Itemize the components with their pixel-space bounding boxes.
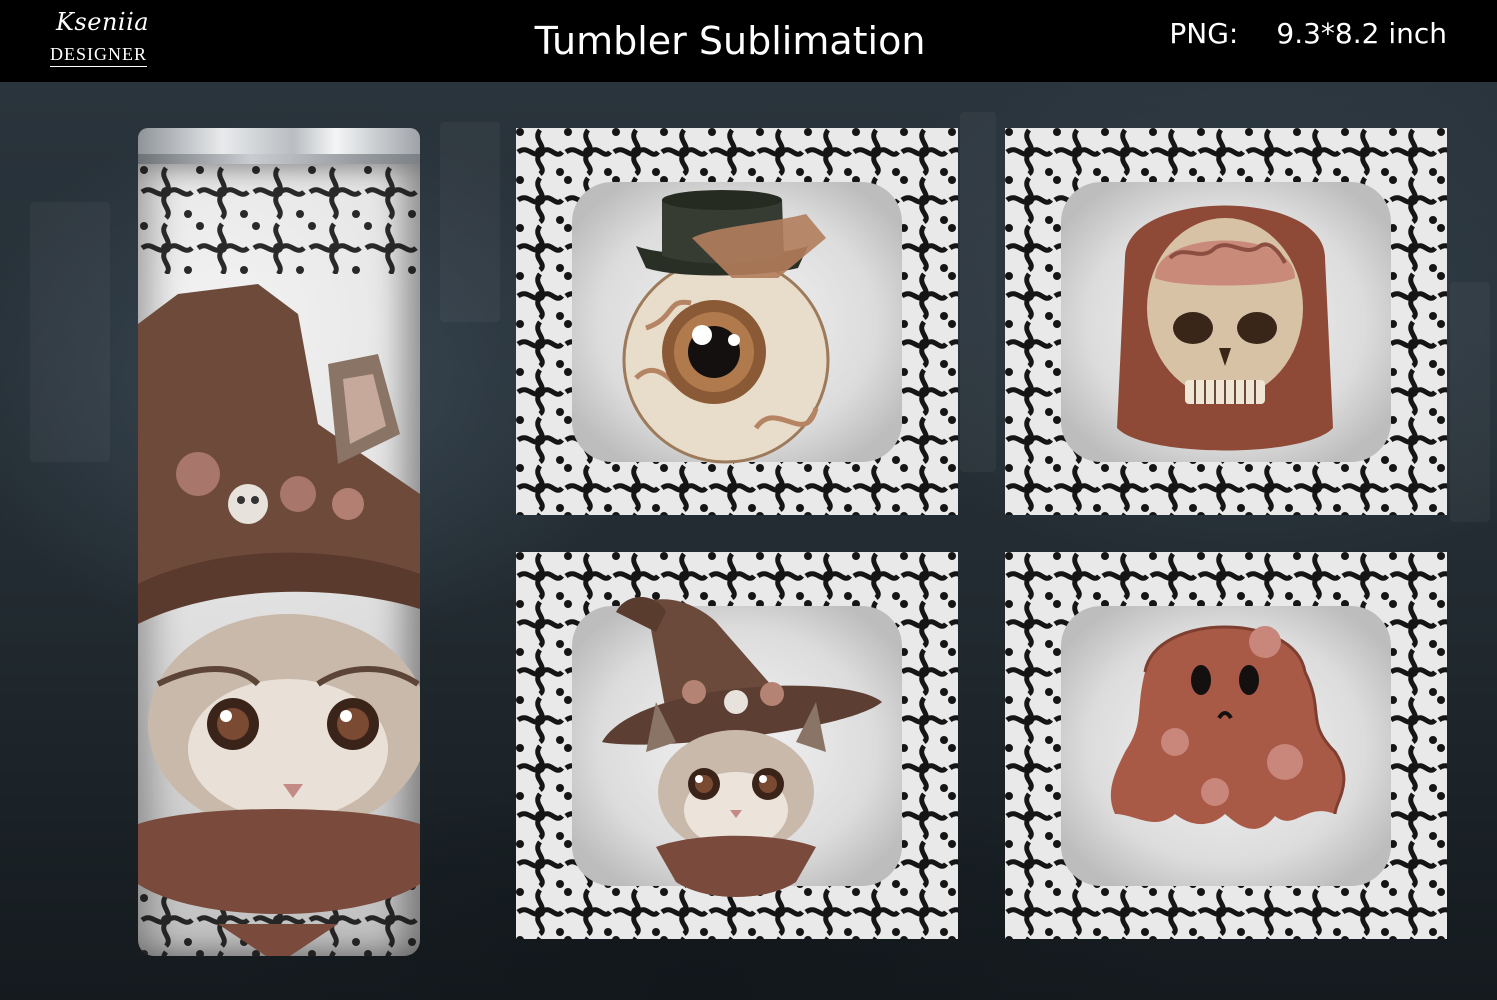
brand-logo[interactable]: Kseniia DESIGNER: [50, 8, 170, 72]
tumbler-lid-rim: [138, 154, 420, 164]
tumbler-mockup[interactable]: [138, 128, 420, 956]
design-tile-eyeball[interactable]: [516, 128, 958, 515]
spec-label: PNG:: [1169, 17, 1239, 50]
cat-witch-tumbler-icon: [138, 164, 420, 956]
spec-value: 9.3*8.2 inch: [1276, 17, 1447, 50]
design-tile-ghost[interactable]: [1005, 552, 1447, 939]
eyeball-with-hat-icon: [516, 128, 958, 515]
cat-witch-hat-icon: [516, 552, 958, 939]
header-bar: Kseniia DESIGNER Tumbler Sublimation PNG…: [0, 0, 1497, 82]
design-tile-skull[interactable]: [1005, 128, 1447, 515]
lace-ghost-icon: [1005, 552, 1447, 939]
logo-sub-text: DESIGNER: [50, 44, 147, 67]
page-title: Tumbler Sublimation: [534, 19, 926, 63]
format-spec: PNG: 9.3*8.2 inch: [1169, 14, 1447, 54]
design-tile-cat[interactable]: [516, 552, 958, 939]
tumbler-cup: [138, 164, 420, 956]
logo-script-text: Kseniia: [56, 8, 150, 36]
lace-skull-brain-icon: [1005, 128, 1447, 515]
